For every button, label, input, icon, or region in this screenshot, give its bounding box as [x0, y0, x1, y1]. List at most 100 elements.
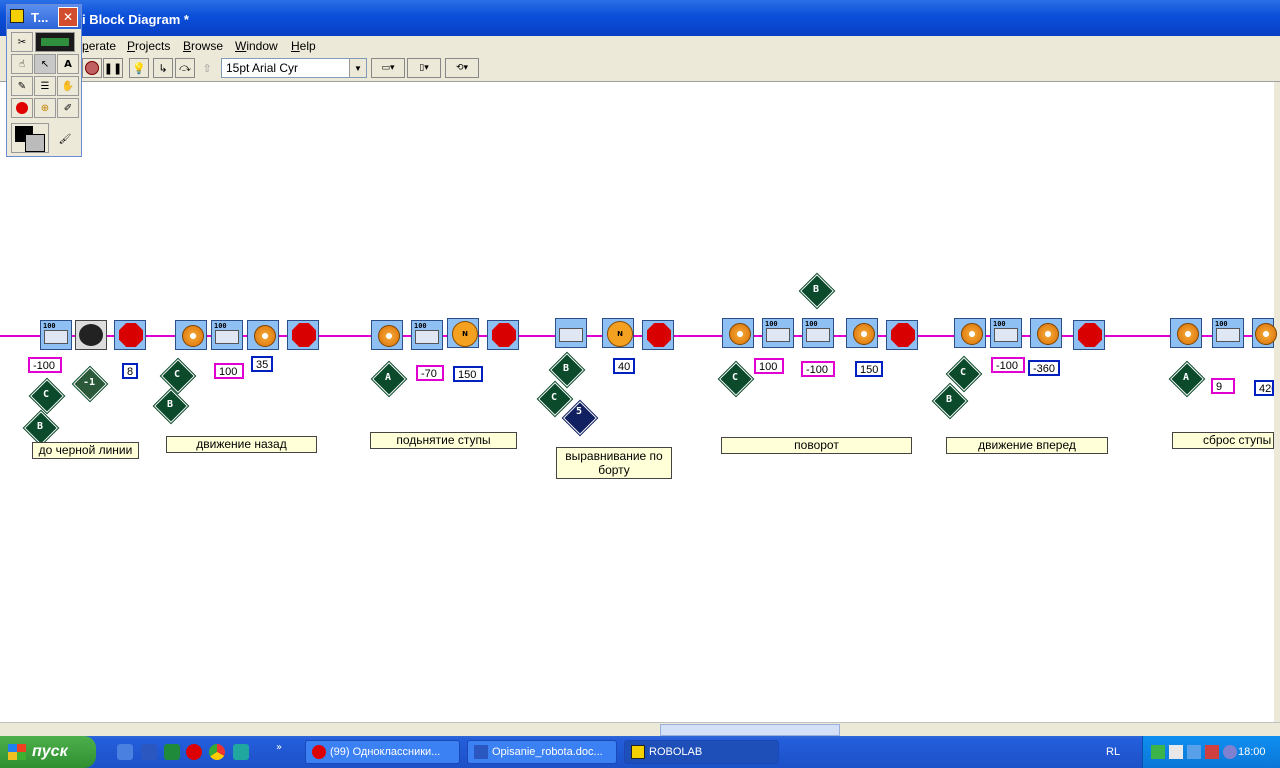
comment-label[interactable]: поворот [721, 437, 912, 454]
value-box[interactable]: 100 [754, 358, 784, 374]
block-diagram-canvas[interactable] [0, 82, 1274, 722]
motor-block[interactable] [371, 320, 403, 350]
value-box[interactable]: -70 [416, 365, 444, 381]
wait-block-8[interactable]: 100 [1212, 318, 1244, 348]
value-box[interactable]: 420 [1254, 380, 1274, 396]
distribute-objects-button[interactable]: ▯▾ [407, 58, 441, 78]
security-icon[interactable] [1205, 745, 1219, 759]
font-selector[interactable]: 15pt Arial Cyr ▼ [221, 58, 367, 78]
light-sensor-block[interactable] [75, 320, 107, 350]
comment-label[interactable]: до черной линии [32, 442, 139, 459]
value-box[interactable]: -360 [1028, 360, 1060, 376]
language-indicator[interactable]: RL [1106, 746, 1120, 758]
wait-block-1[interactable]: 100 [40, 320, 72, 350]
motor-block[interactable] [1170, 318, 1202, 348]
wait-block-3[interactable]: 100 [411, 320, 443, 350]
wait-block-6[interactable]: 100 [802, 318, 834, 348]
stop-block-4[interactable] [642, 320, 674, 350]
step-out-button[interactable]: ⇧ [197, 58, 217, 78]
motor-block[interactable] [954, 318, 986, 348]
tray-icon[interactable] [1151, 745, 1165, 759]
stop-block-6[interactable] [1073, 320, 1105, 350]
motor-block[interactable] [846, 318, 878, 348]
step-over-button[interactable]: ⤼ [175, 58, 195, 78]
taskbar-item-robolab[interactable]: ROBOLAB [624, 740, 779, 764]
volume-icon[interactable] [1187, 745, 1201, 759]
align-objects-button[interactable]: ▭▾ [371, 58, 405, 78]
abort-button[interactable] [82, 58, 102, 78]
opera-icon[interactable] [186, 744, 202, 760]
scroll-hand-icon[interactable]: ✋ [57, 76, 79, 96]
word-icon [474, 745, 488, 759]
scrollbar-thumb[interactable] [660, 724, 840, 736]
comment-label[interactable]: подьнятие ступы [370, 432, 517, 449]
reorder-button[interactable]: ⟲▾ [445, 58, 479, 78]
chrome-icon[interactable] [209, 744, 225, 760]
value-box[interactable]: 150 [453, 366, 483, 382]
motor-block[interactable] [722, 318, 754, 348]
motor-block[interactable] [175, 320, 207, 350]
stop-block-2[interactable] [287, 320, 319, 350]
app-icon[interactable] [233, 744, 249, 760]
value-box[interactable]: 150 [855, 361, 883, 377]
motor-block[interactable] [247, 320, 279, 350]
menu-window[interactable]: Window [235, 39, 278, 53]
value-box[interactable]: 35 [251, 356, 273, 372]
highlight-execution-button[interactable]: 💡 [129, 58, 149, 78]
close-button[interactable]: ✕ [58, 7, 78, 27]
port-label: B [812, 284, 820, 295]
excel-icon[interactable] [164, 744, 180, 760]
menu-help[interactable]: Help [291, 39, 316, 53]
menu-browse[interactable]: Browse [183, 39, 223, 53]
motor-block[interactable] [1252, 318, 1277, 348]
start-label: пуск [32, 743, 68, 760]
value-box[interactable]: 9 [1211, 378, 1235, 394]
value-box[interactable]: -100 [28, 357, 62, 373]
clock[interactable]: 18:00 [1238, 746, 1266, 758]
wait-block-7[interactable]: 100 [990, 318, 1022, 348]
motor-block[interactable] [1030, 318, 1062, 348]
pause-button[interactable]: ❚❚ [103, 58, 123, 78]
wiring-spool-icon[interactable]: ✎ [11, 76, 33, 96]
update-icon[interactable] [1223, 745, 1237, 759]
comment-label[interactable]: сброс ступы [1172, 432, 1274, 449]
menu-projects[interactable]: Projects [127, 39, 170, 53]
timer-block[interactable]: N [447, 318, 479, 348]
value-box[interactable]: 100 [214, 363, 244, 379]
timer-block[interactable]: N [602, 318, 634, 348]
value-box[interactable]: -100 [991, 357, 1025, 373]
value-box[interactable]: 8 [122, 363, 138, 379]
stop-block-1[interactable] [114, 320, 146, 350]
color-copy-icon[interactable]: ✐ [57, 98, 79, 118]
automatic-tool-icon[interactable]: ✂ [11, 32, 33, 52]
wait-block-5[interactable]: 100 [762, 318, 794, 348]
taskbar-item-odnoklassniki[interactable]: (99) Одноклассники... [305, 740, 460, 764]
breakpoint-icon[interactable] [11, 98, 33, 118]
color-swatch-icon[interactable] [11, 123, 49, 153]
chevron-right-icon[interactable]: » [276, 742, 282, 753]
horizontal-scrollbar[interactable] [0, 722, 1280, 737]
shortcut-menu-icon[interactable]: ☰ [34, 76, 56, 96]
stop-block-5[interactable] [886, 320, 918, 350]
word-icon[interactable] [141, 744, 157, 760]
wait-block-2[interactable]: 100 [211, 320, 243, 350]
value-box[interactable]: -100 [801, 361, 835, 377]
comment-label[interactable]: выравнивание по борту [556, 447, 672, 479]
port-label: B [36, 421, 44, 432]
text-tool-icon[interactable]: A [57, 54, 79, 74]
taskbar-item-document[interactable]: Opisanie_robota.doc... [467, 740, 617, 764]
network-icon[interactable] [1169, 745, 1183, 759]
value-box[interactable]: 40 [613, 358, 635, 374]
stop-block-3[interactable] [487, 320, 519, 350]
step-into-button[interactable]: ↳ [153, 58, 173, 78]
vertical-scrollbar[interactable] [1274, 82, 1280, 722]
position-arrow-icon[interactable]: ↖ [34, 54, 56, 74]
comment-label[interactable]: движение вперед [946, 437, 1108, 454]
menu-operate[interactable]: perate [82, 39, 116, 53]
coloring-brush-icon[interactable]: 🖌 [53, 127, 77, 151]
probe-icon[interactable]: ⊕ [34, 98, 56, 118]
comment-label[interactable]: движение назад [166, 436, 317, 453]
ie-icon[interactable] [117, 744, 133, 760]
wait-block-4[interactable] [555, 318, 587, 348]
operate-hand-icon[interactable]: ☝ [11, 54, 33, 74]
